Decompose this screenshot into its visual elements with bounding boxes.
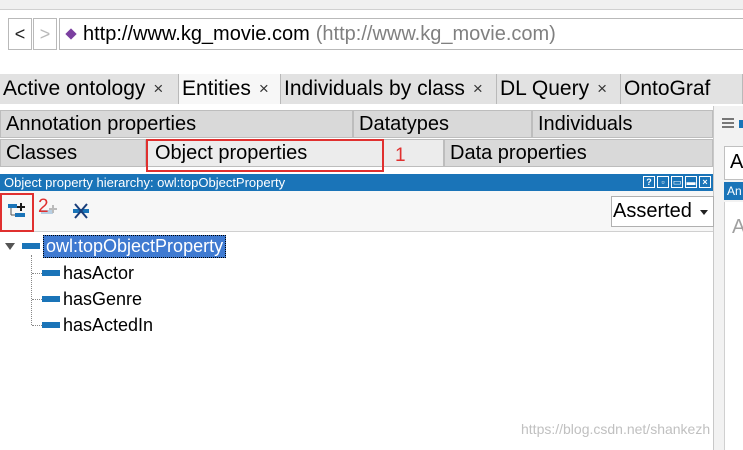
tab-label: Active ontology <box>3 77 146 100</box>
tab-label: Individuals by class <box>284 77 465 100</box>
annotation-box-1 <box>146 139 384 172</box>
close-icon[interactable]: × <box>473 79 483 99</box>
panel-marker <box>739 120 743 128</box>
tree-connector <box>31 255 32 325</box>
view-controls: ? ▫ ▭ ▬ × <box>643 176 711 188</box>
delete-property-icon <box>73 203 89 219</box>
tree-node-label: owl:topObjectProperty <box>43 234 227 258</box>
tree-node-hasgenre[interactable]: hasGenre <box>42 288 142 310</box>
tree-node-hasactor[interactable]: hasActor <box>42 262 134 284</box>
restore-icon[interactable]: ▫ <box>657 176 669 188</box>
delete-property-button[interactable] <box>69 200 93 222</box>
side-panel-letter: A <box>732 216 743 238</box>
tree-node-label: hasActor <box>63 262 135 283</box>
list-icon[interactable] <box>722 118 734 130</box>
tab-active-ontology[interactable]: Active ontology × <box>0 74 179 104</box>
tree-connector <box>32 299 42 300</box>
address-bar: < > http://www.kg_movie.com (http://www.… <box>0 10 743 56</box>
side-panel-header: An <box>724 182 743 200</box>
hierarchy-mode-select[interactable]: Asserted <box>611 196 714 227</box>
tab-label: Individuals <box>538 112 633 135</box>
help-icon[interactable]: ? <box>643 176 655 188</box>
tab-data-properties[interactable]: Data properties <box>444 139 713 167</box>
minimize-icon[interactable]: ▬ <box>685 176 697 188</box>
ontology-diamond-icon <box>65 28 77 40</box>
tab-ontograf[interactable]: OntoGraf <box>621 74 743 104</box>
tree-connector <box>32 325 42 326</box>
close-icon[interactable]: × <box>597 79 607 99</box>
annotations-side-panel: A An A <box>713 106 743 450</box>
close-icon[interactable]: × <box>153 79 163 99</box>
object-property-tree: owl:topObjectProperty hasActor hasGenre … <box>0 233 713 450</box>
hierarchy-toolbar <box>0 191 713 232</box>
object-property-icon <box>22 243 40 249</box>
side-panel-body <box>724 202 743 450</box>
float-icon[interactable]: ▭ <box>671 176 683 188</box>
object-property-icon <box>42 270 60 276</box>
tab-entities[interactable]: Entities × <box>179 74 281 104</box>
back-button[interactable]: < <box>8 18 32 50</box>
tab-annotation-properties[interactable]: Annotation properties <box>0 110 353 138</box>
tab-label: Classes <box>6 141 78 164</box>
object-property-icon <box>42 296 60 302</box>
hierarchy-title: Object property hierarchy: owl:topObject… <box>4 175 286 190</box>
annotation-box-2 <box>0 193 34 232</box>
annotation-number-2: 2 <box>38 196 49 217</box>
annotation-number-1: 1 <box>395 145 406 166</box>
close-view-icon[interactable]: × <box>699 176 711 188</box>
tree-connector <box>32 273 42 274</box>
tab-label: Datatypes <box>359 112 450 135</box>
object-property-icon <box>42 322 60 328</box>
tab-label: Entities <box>182 77 251 100</box>
tab-label: OntoGraf <box>624 77 711 100</box>
ontology-iri: http://www.kg_movie.com <box>83 22 310 45</box>
tab-classes[interactable]: Classes <box>0 139 146 167</box>
close-icon[interactable]: × <box>259 79 269 99</box>
tree-node-root[interactable]: owl:topObjectProperty <box>22 234 227 258</box>
tree-node-label: hasGenre <box>63 288 143 309</box>
tab-label: Annotation properties <box>6 112 197 135</box>
tree-node-label: hasActedIn <box>63 314 154 335</box>
tab-individuals-by-class[interactable]: Individuals by class × <box>281 74 497 104</box>
forward-button[interactable]: > <box>33 18 57 50</box>
window-top-strip <box>0 0 743 10</box>
tab-label: DL Query <box>500 77 590 100</box>
tree-node-hasactedin[interactable]: hasActedIn <box>42 314 153 336</box>
entity-tabs-row-1: Annotation properties Datatypes Individu… <box>0 110 713 138</box>
chevron-down-icon <box>700 210 708 215</box>
collapse-triangle-icon[interactable] <box>5 243 15 250</box>
tab-individuals[interactable]: Individuals <box>532 110 713 138</box>
side-tab-annotations[interactable]: A <box>724 146 743 180</box>
main-tab-bar: Active ontology × Entities × Individuals… <box>0 74 743 104</box>
watermark: https://blog.csdn.net/shankezh <box>521 421 711 437</box>
ontology-version-iri: (http://www.kg_movie.com) <box>315 22 556 45</box>
ontology-url-field[interactable]: http://www.kg_movie.com (http://www.kg_m… <box>59 18 743 50</box>
selected-mode: Asserted <box>613 200 692 222</box>
tab-datatypes[interactable]: Datatypes <box>353 110 532 138</box>
tab-label: Data properties <box>450 141 587 164</box>
hierarchy-view-header: Object property hierarchy: owl:topObject… <box>0 174 713 191</box>
tab-dl-query[interactable]: DL Query × <box>497 74 621 104</box>
